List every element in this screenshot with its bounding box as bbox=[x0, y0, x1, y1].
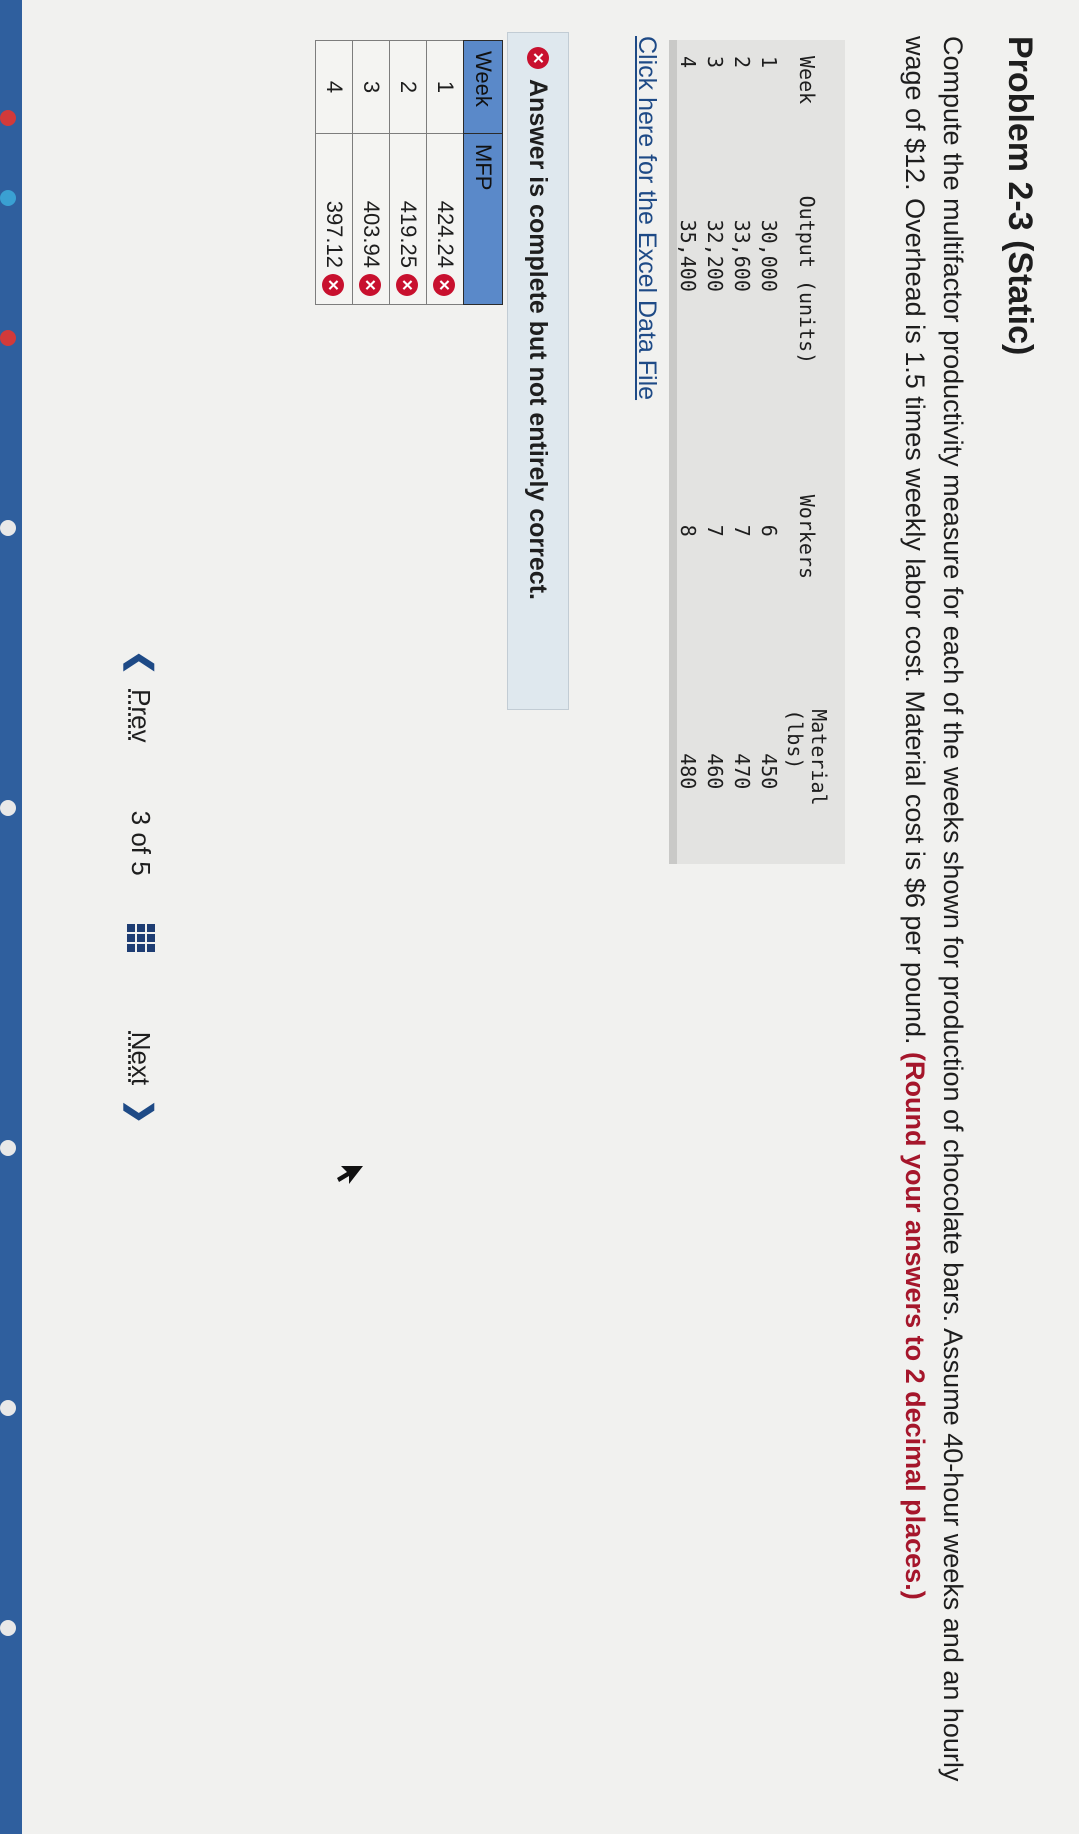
cell-week: 1 bbox=[757, 56, 782, 69]
header-material: Material (lbs) bbox=[783, 709, 831, 806]
incorrect-icon: ✕ bbox=[527, 47, 549, 69]
cell-material: 450 bbox=[757, 753, 782, 790]
question-navigation: ❮ Prev 3 of 5 Next ❯ bbox=[111, 650, 171, 1290]
answer-week: 1 bbox=[426, 40, 464, 134]
incorrect-icon: ✕ bbox=[432, 274, 455, 296]
table-row: 4 397.12 ✕ bbox=[315, 40, 353, 305]
mfp-value: 424.24 bbox=[433, 200, 458, 268]
edge-dot bbox=[0, 1620, 16, 1636]
incorrect-icon: ✕ bbox=[358, 274, 381, 296]
rounding-note: (Round your answers to 2 decimal places.… bbox=[900, 1052, 931, 1600]
cell-output: 33,600 bbox=[730, 219, 755, 292]
cell-output: 30,000 bbox=[757, 219, 782, 292]
table-row: 1 30,000 6 450 bbox=[756, 56, 783, 864]
answer-header-week: Week bbox=[463, 40, 503, 134]
mfp-value: 403.94 bbox=[359, 200, 384, 268]
mfp-answer-cell[interactable]: 397.12 ✕ bbox=[315, 133, 353, 305]
table-row: 1 424.24 ✕ bbox=[426, 40, 464, 305]
page-title: Problem 2-3 (Static) bbox=[1001, 36, 1039, 356]
page-total: 5 bbox=[126, 861, 157, 876]
prev-button[interactable]: ❮ Prev bbox=[124, 650, 159, 743]
page-indicator: 3 of 5 bbox=[126, 811, 157, 876]
header-output: Output (units) bbox=[795, 195, 819, 365]
mouse-cursor-icon bbox=[337, 1166, 363, 1184]
excel-data-file-link[interactable]: Click here for the Excel Data File bbox=[632, 36, 661, 400]
edge-dot bbox=[0, 330, 16, 346]
answer-header-mfp: MFP bbox=[463, 133, 503, 305]
production-data-table: Week Output (units) Workers Material (lb… bbox=[675, 56, 832, 864]
mfp-answer-cell[interactable]: 403.94 ✕ bbox=[352, 133, 390, 305]
edge-dot bbox=[0, 1140, 16, 1156]
mfp-answer-cell[interactable]: 424.24 ✕ bbox=[426, 133, 464, 305]
page-current: 3 bbox=[126, 810, 157, 826]
cell-week: 2 bbox=[730, 56, 755, 69]
incorrect-icon: ✕ bbox=[395, 274, 418, 296]
problem-instructions: Compute the multifactor productivity mea… bbox=[895, 36, 971, 1796]
table-row: 3 32,200 7 460 bbox=[702, 56, 729, 864]
edge-dot bbox=[0, 1400, 16, 1416]
answer-week: 3 bbox=[352, 40, 390, 134]
cell-workers: 7 bbox=[703, 524, 728, 537]
problem-page: Problem 2-3 (Static) Compute the multifa… bbox=[22, 0, 1079, 1834]
edge-dot bbox=[0, 110, 16, 126]
table-row: 3 403.94 ✕ bbox=[352, 40, 390, 305]
cell-output: 32,200 bbox=[703, 219, 728, 292]
cell-workers: 8 bbox=[676, 524, 701, 537]
page-of: of bbox=[126, 832, 157, 854]
edge-dot bbox=[0, 800, 16, 816]
header-workers: Workers bbox=[795, 494, 819, 580]
cell-workers: 6 bbox=[757, 524, 782, 537]
chevron-right-icon: ❯ bbox=[124, 1099, 158, 1125]
mfp-value: 419.25 bbox=[396, 200, 421, 268]
cell-output: 35,400 bbox=[676, 219, 701, 292]
table-row: 2 33,600 7 470 bbox=[729, 56, 756, 864]
screen-edge-strip bbox=[0, 0, 22, 1834]
mfp-answer-table: Week MFP 1 424.24 ✕ 2 419.25 ✕ 3 403.94 ✕ 4… bbox=[315, 40, 503, 305]
answer-week: 4 bbox=[315, 40, 353, 134]
answer-week: 2 bbox=[389, 40, 427, 134]
mfp-answer-cell[interactable]: 419.25 ✕ bbox=[389, 133, 427, 305]
incorrect-icon: ✕ bbox=[321, 274, 344, 296]
next-label: Next bbox=[126, 1031, 157, 1086]
cell-week: 4 bbox=[676, 56, 701, 69]
prev-label: Prev bbox=[126, 689, 157, 743]
cell-workers: 7 bbox=[730, 524, 755, 537]
next-button[interactable]: Next ❯ bbox=[124, 1032, 159, 1125]
cell-material: 460 bbox=[703, 753, 728, 790]
cell-material: 470 bbox=[730, 753, 755, 790]
mfp-value: 397.12 bbox=[322, 200, 347, 268]
edge-dot bbox=[0, 520, 16, 536]
cell-material: 480 bbox=[676, 753, 701, 790]
header-week: Week bbox=[795, 56, 819, 105]
answer-feedback-banner: ✕ Answer is complete but not entirely co… bbox=[507, 32, 569, 710]
cell-week: 3 bbox=[703, 56, 728, 69]
production-data-box: Week Output (units) Workers Material (lb… bbox=[669, 40, 845, 864]
feedback-message: Answer is complete but not entirely corr… bbox=[524, 79, 553, 600]
table-row: 4 35,400 8 480 bbox=[675, 56, 702, 864]
table-row: 2 419.25 ✕ bbox=[389, 40, 427, 305]
chevron-left-icon: ❮ bbox=[124, 650, 158, 676]
edge-dot bbox=[0, 190, 16, 206]
grid-menu-icon[interactable] bbox=[127, 923, 155, 952]
